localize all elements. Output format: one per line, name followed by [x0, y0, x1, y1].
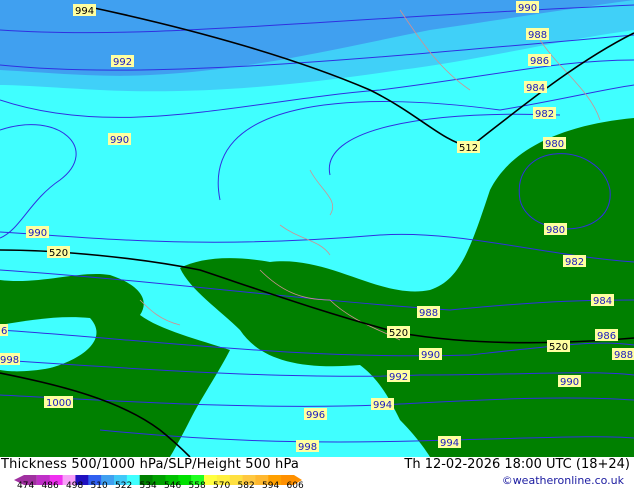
thickness-label: 994 — [73, 4, 96, 17]
credit-link[interactable]: ©weatheronline.co.uk — [502, 474, 624, 487]
pressure-label: 1000 — [44, 396, 73, 409]
pressure-label: 990 — [419, 348, 442, 361]
svg-text:520: 520 — [389, 328, 408, 339]
weather-map: 994 512 520 520 520 990 988 986 984 982 … — [0, 0, 634, 457]
thickness-label: 520 — [547, 340, 570, 353]
pressure-label: 990 — [108, 133, 131, 146]
pressure-label: 984 — [524, 81, 547, 94]
pressure-label: 998 — [0, 353, 20, 366]
pressure-label: 994 — [438, 436, 461, 449]
pressure-label: 988 — [526, 28, 549, 41]
svg-text:994: 994 — [440, 438, 459, 449]
map-footer: Thickness 500/1000 hPa/SLP/Height 500 hP… — [0, 457, 634, 491]
svg-text:986: 986 — [530, 56, 549, 67]
svg-text:980: 980 — [545, 139, 564, 150]
pressure-label: 980 — [544, 223, 567, 236]
svg-text:988: 988 — [614, 350, 633, 361]
pressure-label: 986 — [528, 54, 551, 67]
pressure-label: 986 — [595, 329, 618, 342]
svg-text:982: 982 — [565, 257, 584, 268]
pressure-label: 992 — [111, 55, 134, 68]
pressure-label: 980 — [543, 137, 566, 150]
pressure-label: 988 — [417, 306, 440, 319]
svg-text:990: 990 — [560, 377, 579, 388]
pressure-label: 988 — [612, 348, 634, 361]
svg-text:994: 994 — [75, 6, 94, 17]
valid-time: Th 12-02-2026 18:00 UTC (18+24) — [404, 457, 630, 472]
svg-text:996: 996 — [306, 410, 325, 421]
svg-text:520: 520 — [49, 248, 68, 259]
svg-text:998: 998 — [0, 355, 19, 366]
svg-text:6: 6 — [1, 326, 7, 337]
svg-text:990: 990 — [110, 135, 129, 146]
svg-text:990: 990 — [518, 3, 537, 14]
pressure-label: 994 — [371, 398, 394, 411]
thickness-label: 520 — [387, 326, 410, 339]
svg-text:988: 988 — [528, 30, 547, 41]
pressure-label: 990 — [516, 1, 539, 14]
svg-text:988: 988 — [419, 308, 438, 319]
pressure-label: 6 — [0, 324, 8, 337]
pressure-label: 996 — [304, 408, 327, 421]
svg-text:998: 998 — [298, 442, 317, 453]
svg-text:1000: 1000 — [46, 398, 71, 409]
pressure-label: 990 — [558, 375, 581, 388]
svg-text:992: 992 — [389, 372, 408, 383]
svg-text:990: 990 — [421, 350, 440, 361]
thickness-label: 520 — [47, 246, 70, 259]
pressure-label: 982 — [563, 255, 586, 268]
thickness-label: 512 — [457, 141, 480, 154]
svg-text:982: 982 — [535, 109, 554, 120]
svg-text:984: 984 — [526, 83, 545, 94]
svg-text:980: 980 — [546, 225, 565, 236]
svg-text:520: 520 — [549, 342, 568, 353]
svg-text:986: 986 — [597, 331, 616, 342]
pressure-label: 990 — [26, 226, 49, 239]
pressure-label: 982 — [533, 107, 556, 120]
svg-text:992: 992 — [113, 57, 132, 68]
svg-text:994: 994 — [373, 400, 392, 411]
svg-text:512: 512 — [459, 143, 478, 154]
svg-text:984: 984 — [593, 296, 612, 307]
pressure-label: 984 — [591, 294, 614, 307]
svg-text:990: 990 — [28, 228, 47, 239]
pressure-label: 998 — [296, 440, 319, 453]
pressure-label: 992 — [387, 370, 410, 383]
map-title: Thickness 500/1000 hPa/SLP/Height 500 hP… — [1, 457, 300, 472]
